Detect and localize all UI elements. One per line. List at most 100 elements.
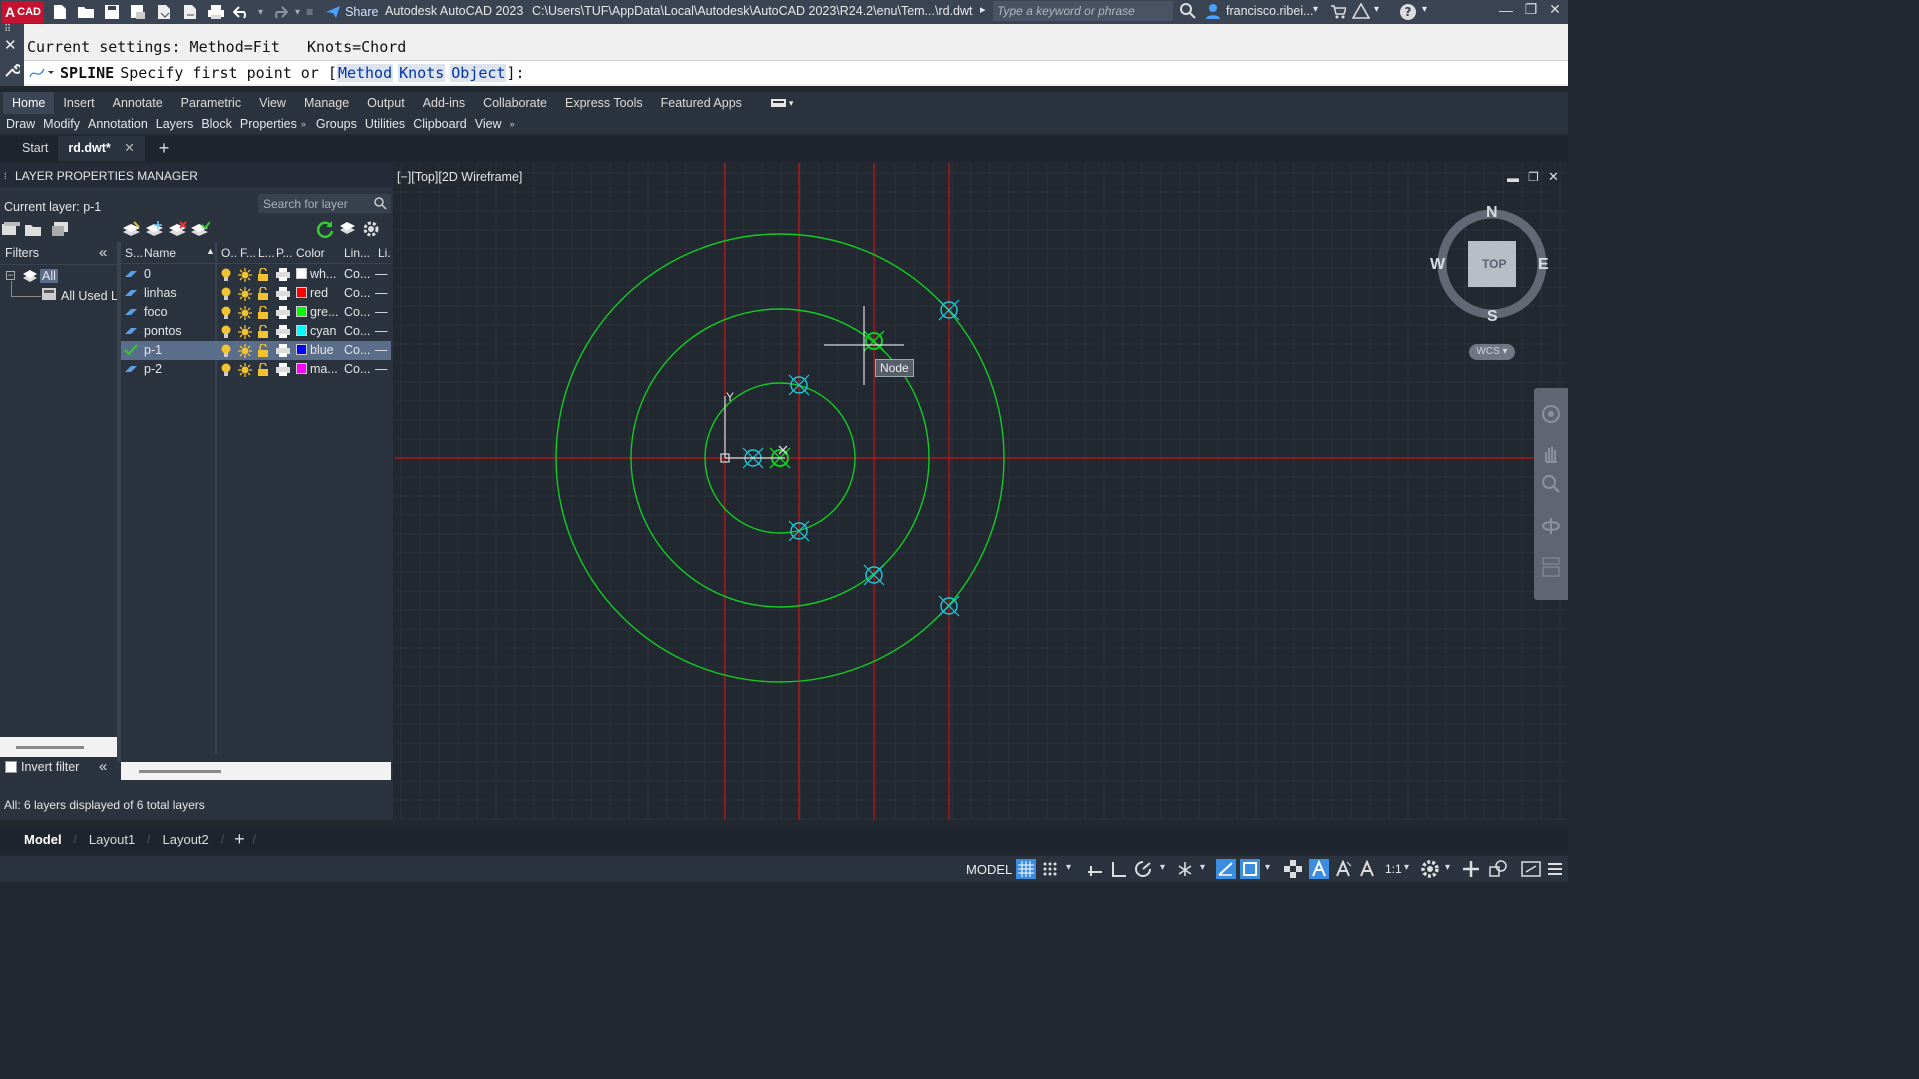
refresh-icon[interactable] — [316, 220, 334, 238]
help-icon[interactable]: ? — [1399, 3, 1417, 21]
layer-linetype[interactable]: Co... — [344, 343, 370, 357]
clean-screen-icon[interactable] — [1521, 860, 1541, 878]
layer-lineweight[interactable]: — — [375, 286, 388, 300]
layer-row[interactable]: p-1 blue Co... — — [121, 341, 391, 360]
viewcube-face-label[interactable]: TOP — [1482, 257, 1506, 271]
command-grip-icon[interactable]: ⠿ — [4, 24, 11, 35]
close-tab-icon[interactable]: ✕ — [124, 141, 134, 155]
delete-layer-icon[interactable] — [168, 220, 188, 238]
bulb-on-icon[interactable] — [220, 268, 232, 282]
save-web-icon[interactable] — [180, 2, 200, 22]
layer-color-swatch[interactable] — [296, 268, 307, 279]
option-method[interactable]: Method — [336, 63, 394, 82]
tab-home[interactable]: Home — [3, 92, 55, 114]
customize-qat-icon[interactable]: ≡ — [306, 5, 313, 19]
bulb-on-icon[interactable] — [220, 344, 232, 358]
help-dropdown-icon[interactable]: ▾ — [1422, 4, 1427, 15]
tab-express-tools[interactable]: Express Tools — [556, 92, 652, 114]
user-name[interactable]: francisco.ribei... — [1226, 4, 1314, 18]
save-icon[interactable] — [102, 2, 122, 22]
filter-all-used-layers[interactable]: All Used L — [61, 289, 117, 303]
new-layer-vp-frozen-icon[interactable] — [145, 220, 165, 238]
search-icon[interactable] — [1180, 3, 1196, 19]
collapse-filters-bottom-icon[interactable]: « — [99, 758, 107, 775]
col-freeze[interactable]: F... — [240, 246, 256, 260]
sort-ascending-icon[interactable]: ▲ — [206, 246, 215, 256]
steering-wheel-icon[interactable] — [1541, 404, 1561, 424]
compass-west[interactable]: W — [1430, 256, 1445, 274]
infer-constraints-icon[interactable] — [1086, 860, 1104, 878]
redo-dropdown-icon[interactable]: ▾ — [295, 7, 300, 18]
customize-command-icon[interactable] — [4, 62, 20, 78]
layer-color-name[interactable]: wh... — [310, 267, 336, 281]
layer-list-horizontal-scrollbar[interactable] — [121, 762, 391, 780]
open-web-icon[interactable] — [154, 2, 174, 22]
layer-linetype[interactable]: Co... — [344, 267, 370, 281]
spline-command-icon[interactable] — [28, 65, 58, 81]
command-line-input[interactable]: SPLINE Specify first point or [ Method K… — [24, 60, 1568, 84]
col-status[interactable]: S... — [125, 246, 143, 260]
showmotion-icon[interactable] — [1541, 556, 1561, 578]
plot-printer-icon[interactable] — [276, 325, 290, 338]
drawing-canvas[interactable] — [395, 163, 1568, 820]
layer-search-input[interactable]: Search for layer — [258, 194, 391, 213]
panel-properties[interactable]: Properties — [236, 117, 301, 131]
bulb-on-icon[interactable] — [220, 306, 232, 320]
orbit-icon[interactable] — [1541, 516, 1561, 536]
layer-color-swatch[interactable] — [296, 325, 307, 336]
layer-color-swatch[interactable] — [296, 287, 307, 298]
object-snap-tracking-icon[interactable] — [1216, 859, 1236, 879]
invert-filter-checkbox[interactable] — [5, 761, 17, 773]
grid-icon[interactable] — [1016, 859, 1036, 879]
ribbon-display-toggle[interactable]: ▾ — [770, 98, 793, 109]
isolate-objects-icon[interactable] — [1488, 859, 1508, 879]
tab-view[interactable]: View — [250, 92, 295, 114]
tab-manage[interactable]: Manage — [295, 92, 358, 114]
annotation-monitor-icon[interactable] — [1461, 859, 1481, 879]
bulb-on-icon[interactable] — [220, 287, 232, 301]
layer-linetype[interactable]: Co... — [344, 286, 370, 300]
new-file-icon[interactable] — [50, 2, 70, 22]
drawing-viewport[interactable]: [−][Top][2D Wireframe] Node Y ▬ ❐ ✕ N S … — [395, 163, 1568, 820]
new-layer-icon[interactable] — [122, 220, 142, 238]
layer-name[interactable]: 0 — [144, 267, 151, 281]
tab-collaborate[interactable]: Collaborate — [474, 92, 556, 114]
filters-horizontal-scrollbar[interactable] — [0, 737, 117, 757]
collapse-filters-icon[interactable]: « — [99, 244, 107, 261]
unlocked-icon[interactable] — [257, 344, 269, 358]
layer-name[interactable]: pontos — [144, 324, 182, 338]
tab-annotate[interactable]: Annotate — [104, 92, 172, 114]
layer-linetype[interactable]: Co... — [344, 362, 370, 376]
layer-color-name[interactable]: red — [310, 286, 328, 300]
plot-printer-icon[interactable] — [276, 344, 290, 357]
layer-lineweight[interactable]: — — [375, 362, 388, 376]
tab-insert[interactable]: Insert — [54, 92, 103, 114]
osnap-dropdown-icon[interactable]: ▾ — [1265, 862, 1270, 873]
connect-dropdown-icon[interactable]: ▾ — [1374, 4, 1379, 15]
layer-row[interactable]: linhas red Co... — — [121, 284, 391, 303]
annotation-scale-value[interactable]: 1:1 — [1385, 862, 1402, 876]
tab-parametric[interactable]: Parametric — [172, 92, 250, 114]
viewport-restore-icon[interactable]: ❐ — [1528, 170, 1539, 184]
layer-color-name[interactable]: ma... — [310, 362, 338, 376]
isodraft-dropdown-icon[interactable]: ▾ — [1200, 862, 1205, 873]
wcs-menu-button[interactable]: WCS ▾ — [1469, 344, 1515, 360]
layer-row[interactable]: 0 wh... Co... — — [121, 265, 391, 284]
plot-printer-icon[interactable] — [276, 287, 290, 300]
properties-expand-icon[interactable]: » — [301, 119, 306, 129]
layer-lineweight[interactable]: — — [375, 305, 388, 319]
palette-grip-icon[interactable]: ⁞ — [4, 171, 7, 181]
viewport-minimize-icon[interactable]: ▬ — [1507, 171, 1519, 185]
scale-dropdown-icon[interactable]: ▾ — [1404, 862, 1409, 873]
layer-states-manager-icon[interactable] — [52, 221, 70, 237]
transparency-icon[interactable] — [1284, 860, 1302, 878]
tab-model[interactable]: Model — [12, 832, 74, 847]
layer-name[interactable]: p-1 — [144, 343, 162, 357]
redo-icon[interactable] — [269, 2, 289, 22]
panel-clipboard[interactable]: Clipboard — [409, 117, 471, 131]
panel-draw[interactable]: Draw — [2, 117, 39, 131]
snap-dropdown-icon[interactable]: ▾ — [1066, 862, 1071, 873]
user-icon[interactable] — [1205, 3, 1221, 20]
compass-east[interactable]: E — [1538, 256, 1549, 274]
layer-color-swatch[interactable] — [296, 363, 307, 374]
